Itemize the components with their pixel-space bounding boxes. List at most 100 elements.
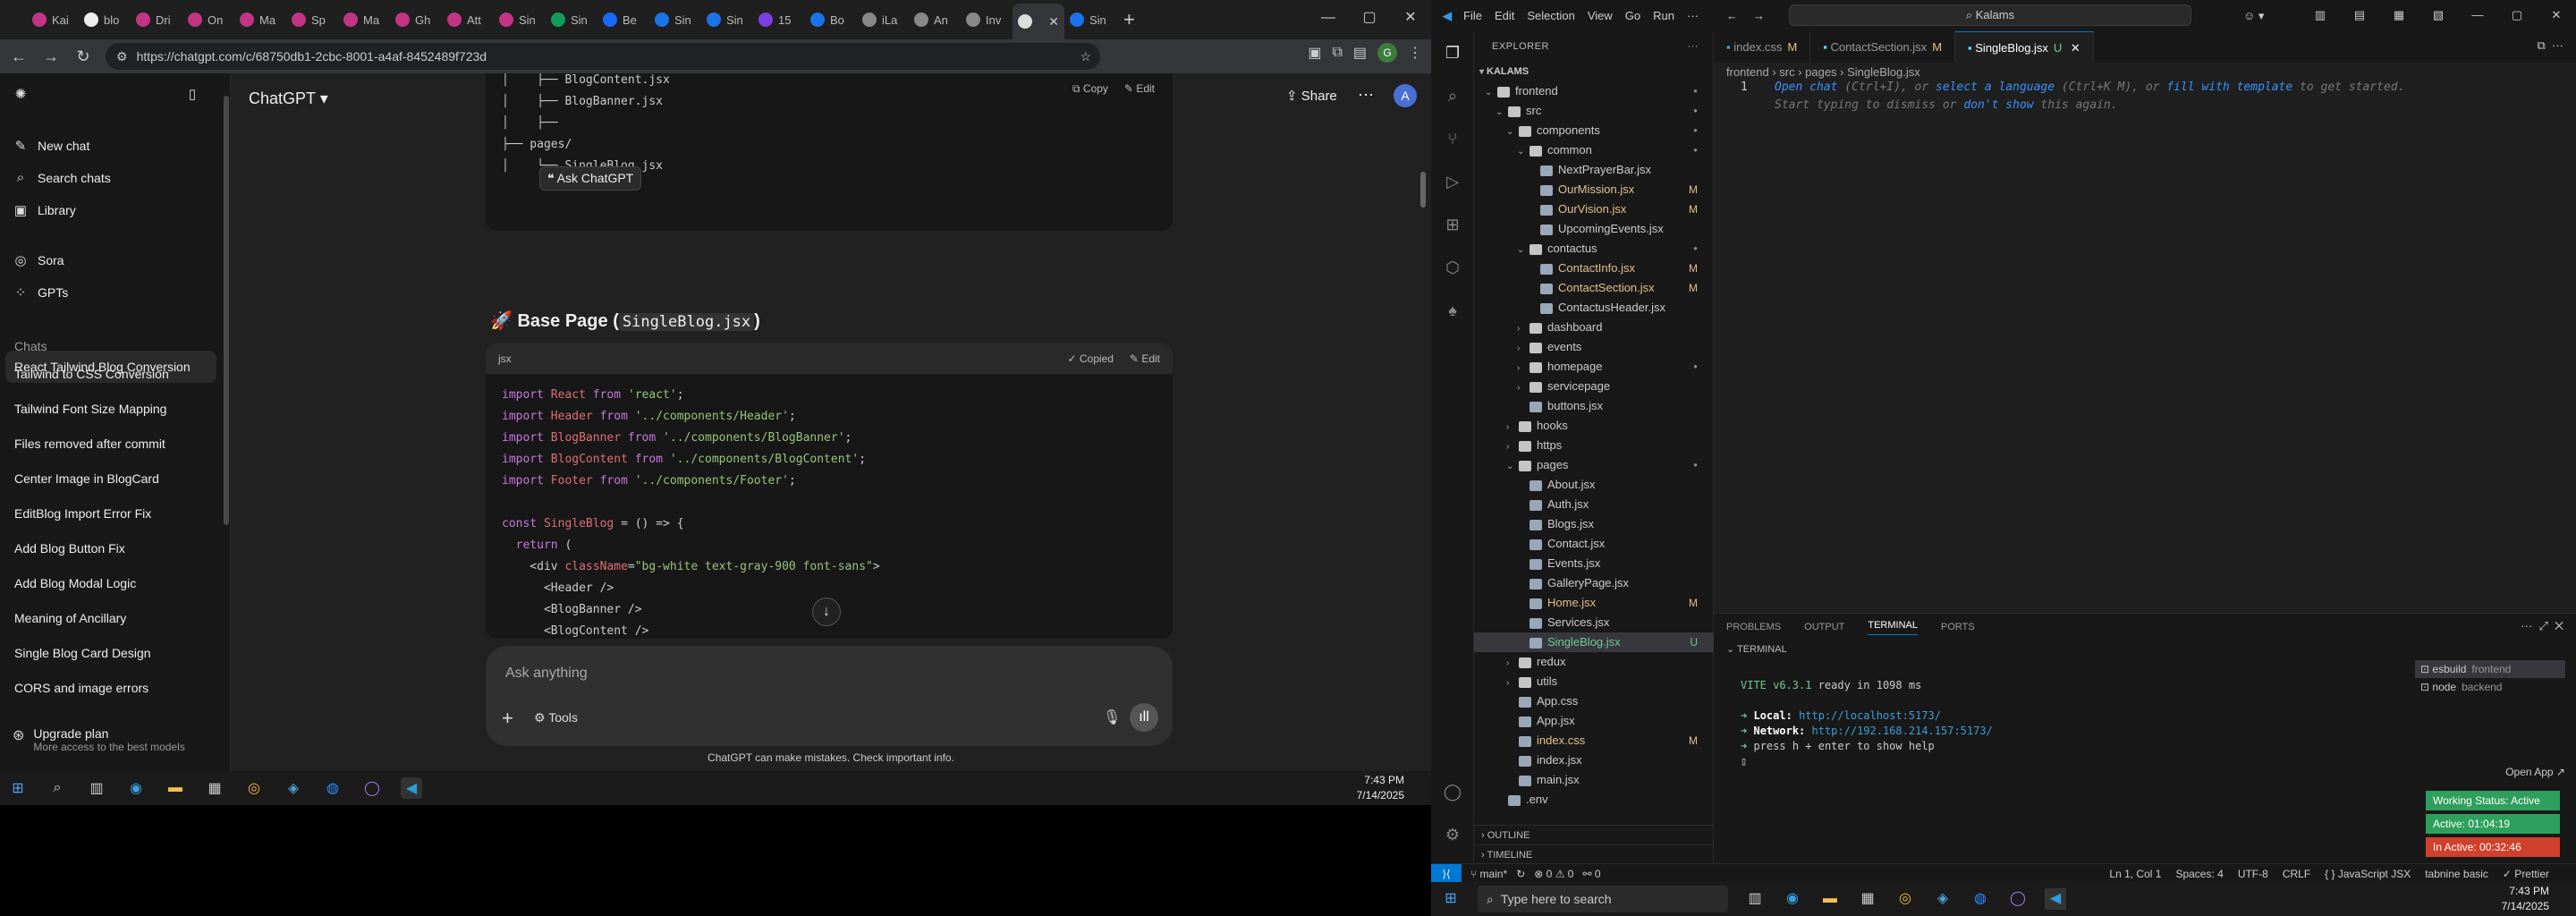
search-icon[interactable]: ⌕ xyxy=(1442,87,1463,108)
fill-template-link[interactable]: fill with template xyxy=(2166,81,2292,94)
panel-tab[interactable]: PORTS xyxy=(1941,622,1975,632)
edit-button[interactable]: ✎ Edit xyxy=(1124,82,1155,96)
chat-history-item[interactable]: Single Blog Card Design xyxy=(14,646,218,660)
close-sidebar-icon[interactable]: ▯ xyxy=(184,86,200,102)
ports-indicator[interactable]: ⚯ 0 xyxy=(1582,868,1600,880)
extensions-puzzle-icon[interactable]: ⧉ xyxy=(1332,45,1342,61)
split-editor-icon[interactable]: ⧉ xyxy=(2537,38,2545,52)
terminal-instance[interactable]: ⊡ node backend xyxy=(2415,678,2565,696)
close-panel-icon[interactable]: ✕ xyxy=(2555,619,2563,632)
upgrade-plan-button[interactable]: ⊛ Upgrade plan More access to the best mo… xyxy=(13,726,185,753)
search-icon[interactable]: ⌕ xyxy=(47,777,68,799)
menu-item[interactable]: File xyxy=(1463,9,1482,22)
nav-back-icon[interactable]: ← xyxy=(1726,9,1738,22)
browser-tab[interactable]: Sin xyxy=(649,5,701,34)
language-mode[interactable]: { } JavaScript JSX xyxy=(2325,868,2411,880)
tree-file[interactable]: buttons.jsx xyxy=(1474,396,1714,416)
tools-button[interactable]: ⚙ Tools xyxy=(534,710,578,725)
chrome-icon[interactable]: ◎ xyxy=(243,777,265,799)
minimize-button[interactable]: — xyxy=(1308,0,1349,39)
tree-folder[interactable]: ⌄ pages ● xyxy=(1474,455,1714,475)
edge-icon[interactable]: ◉ xyxy=(1782,888,1803,910)
browser-tab[interactable]: blo xyxy=(79,5,131,34)
copied-button[interactable]: ✓ Copied xyxy=(1068,352,1114,365)
vscode-icon[interactable]: ◀ xyxy=(401,777,422,799)
browser-tab[interactable]: Sin xyxy=(1064,5,1116,34)
sync-icon[interactable]: ↻ xyxy=(1516,868,1525,880)
tabnine-indicator[interactable]: tabnine basic xyxy=(2425,868,2488,880)
file-explorer-icon[interactable]: ▬ xyxy=(165,777,186,799)
tree-file[interactable]: OurMission.jsx M xyxy=(1474,180,1714,199)
copy-button[interactable]: ⧉ Copy xyxy=(1072,82,1108,96)
panel-tab[interactable]: OUTPUT xyxy=(1804,622,1844,632)
tree-folder[interactable]: ⌄ src ● xyxy=(1474,101,1714,121)
tree-file[interactable]: Home.jsx M xyxy=(1474,593,1714,613)
taskbar-search[interactable]: ⌕ Type here to search xyxy=(1478,886,1728,912)
browser-tab[interactable]: On xyxy=(182,5,234,34)
browser-tab[interactable]: Gh xyxy=(390,5,442,34)
tree-file[interactable]: index.jsx xyxy=(1474,751,1714,770)
indentation[interactable]: Spaces: 4 xyxy=(2175,868,2223,880)
working-status-badge[interactable]: Working Status: Active xyxy=(2426,791,2560,810)
customize-layout-icon[interactable]: ▧ xyxy=(2419,0,2458,30)
browser-tab[interactable]: Dri xyxy=(131,5,182,34)
tree-file[interactable]: ContactSection.jsx M xyxy=(1474,278,1714,298)
prompt-input[interactable]: Ask anything xyxy=(505,666,588,682)
address-bar[interactable]: ⚙ https://chatgpt.com/c/68750db1-2cbc-80… xyxy=(106,43,1100,70)
extensions-icon[interactable]: ⊞ xyxy=(1442,216,1463,237)
extension-icon[interactable]: ▣ xyxy=(1308,44,1321,62)
menu-item[interactable]: Selection xyxy=(1527,9,1574,22)
attach-icon[interactable]: + xyxy=(502,707,513,730)
tree-file[interactable]: ContactusHeader.jsx xyxy=(1474,298,1714,318)
profile-avatar[interactable]: G xyxy=(1377,43,1397,63)
browser-tab[interactable]: Bo xyxy=(805,5,857,34)
copilot-icon[interactable]: ☺ ▾ xyxy=(2243,9,2264,23)
edge-icon[interactable]: ◉ xyxy=(125,777,147,799)
tree-folder[interactable]: › utils xyxy=(1474,672,1714,691)
task-view-icon[interactable]: ▥ xyxy=(86,777,107,799)
editor-tab[interactable]: ▪ SingleBlog.jsx U ✕ xyxy=(1955,31,2094,63)
tree-file[interactable]: Events.jsx xyxy=(1474,554,1714,573)
sidebar-scrollbar[interactable] xyxy=(224,96,229,525)
dont-show-link[interactable]: don't show xyxy=(1963,98,2033,112)
tree-folder[interactable]: ⌄ frontend ● xyxy=(1474,81,1714,101)
outline-section[interactable]: › OUTLINE xyxy=(1474,825,1714,844)
back-icon[interactable]: ← xyxy=(9,47,29,66)
windows-start-icon[interactable]: ⊞ xyxy=(7,777,29,799)
open-app-button[interactable]: Open App ↗ xyxy=(2505,766,2565,778)
bookmark-star-icon[interactable]: ☆ xyxy=(1080,49,1091,64)
menu-item[interactable]: View xyxy=(1588,9,1613,22)
voice-mode-icon[interactable]: ıll xyxy=(1130,703,1158,732)
menu-item[interactable]: Edit xyxy=(1495,9,1514,22)
github-icon[interactable]: ◯ xyxy=(2007,888,2029,910)
edit-code-button[interactable]: ✎ Edit xyxy=(1130,352,1160,365)
close-tab-icon[interactable]: ✕ xyxy=(1048,14,1059,30)
browser-tab[interactable]: Sp xyxy=(286,5,338,34)
chat-scrollbar[interactable] xyxy=(1420,172,1426,208)
ask-chatgpt-chip[interactable]: ❝ Ask ChatGPT xyxy=(539,166,642,191)
breadcrumb[interactable]: frontend › src › pages › SingleBlog.jsx xyxy=(1714,63,2576,82)
terminal-output[interactable]: VITE v6.3.1 ready in 1098 ms ➜ Local: ht… xyxy=(1741,678,1993,769)
remote-indicator-icon[interactable]: ⟩⟨ xyxy=(1431,863,1462,884)
browser-tab[interactable]: Sin xyxy=(546,5,597,34)
tree-folder[interactable]: › events xyxy=(1474,337,1714,357)
tree-folder[interactable]: › https xyxy=(1474,436,1714,455)
browser-tab[interactable]: An xyxy=(909,5,961,34)
browser-tab[interactable]: Kai xyxy=(27,5,79,34)
tree-file[interactable]: index.css M xyxy=(1474,731,1714,751)
browser-tab[interactable]: 15 xyxy=(753,5,805,34)
store-icon[interactable]: ▦ xyxy=(1857,888,1878,910)
user-avatar[interactable]: A xyxy=(1394,84,1417,107)
share-button[interactable]: ⇪ Share xyxy=(1286,88,1337,104)
tree-file[interactable]: GalleryPage.jsx xyxy=(1474,573,1714,593)
maximize-panel-icon[interactable]: ⤢ xyxy=(2538,619,2547,632)
browser-tab[interactable]: ✕ xyxy=(1013,4,1064,39)
tree-file[interactable]: Contact.jsx xyxy=(1474,534,1714,554)
explorer-icon[interactable]: ❐ xyxy=(1442,44,1463,65)
browser-tab[interactable]: iLa xyxy=(857,5,909,34)
browser-tab[interactable]: Be xyxy=(597,5,649,34)
nav-forward-icon[interactable]: → xyxy=(1753,9,1765,22)
microphone-icon[interactable]: 🎙 xyxy=(1103,708,1121,726)
layout-secondary-icon[interactable]: ▦ xyxy=(2379,0,2419,30)
tree-file[interactable]: NextPrayerBar.jsx xyxy=(1474,160,1714,180)
